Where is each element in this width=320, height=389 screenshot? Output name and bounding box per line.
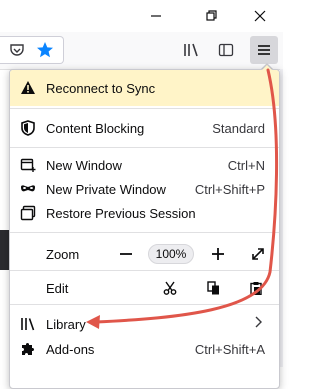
- pocket-icon: [10, 44, 24, 56]
- edit-label: Edit: [46, 281, 69, 296]
- content-blocking-item[interactable]: Content Blocking Standard: [10, 116, 279, 140]
- open-menu-button[interactable]: [250, 36, 278, 64]
- close-window-button[interactable]: [237, 0, 283, 32]
- zoom-label: Zoom: [46, 247, 80, 262]
- new-private-window-item[interactable]: New Private Window Ctrl+Shift+P: [10, 177, 279, 201]
- pocket-button[interactable]: [5, 38, 29, 62]
- paste-button[interactable]: [244, 276, 268, 300]
- addons-label: Add-ons: [46, 342, 95, 357]
- content-blocking-value: Standard: [212, 121, 265, 136]
- addons-shortcut: Ctrl+Shift+A: [194, 342, 265, 357]
- paste-icon: [250, 282, 262, 295]
- addons-item[interactable]: Add-ons Ctrl+Shift+A: [10, 337, 279, 361]
- zoom-in-button[interactable]: [206, 242, 230, 266]
- minimize-icon: [151, 15, 161, 17]
- star-filled-icon: [37, 42, 53, 58]
- library-item[interactable]: Library: [10, 312, 279, 336]
- fullscreen-button[interactable]: [246, 242, 270, 266]
- restore-button[interactable]: [189, 0, 235, 32]
- restore-session-icon: [20, 205, 36, 221]
- reconnect-sync-label: Reconnect to Sync: [46, 81, 156, 96]
- restore-session-label: Restore Previous Session: [46, 206, 196, 221]
- zoom-reset-button[interactable]: 100%: [148, 244, 194, 264]
- copy-button[interactable]: [202, 276, 226, 300]
- library-icon: [184, 43, 198, 57]
- content-blocking-label: Content Blocking: [46, 121, 145, 136]
- title-bar: [0, 0, 283, 32]
- new-window-icon: [20, 157, 36, 173]
- page-content-strip: [0, 230, 9, 270]
- cut-button[interactable]: [158, 276, 182, 300]
- library-toolbar-button[interactable]: [180, 38, 204, 62]
- divider: [10, 304, 279, 305]
- minimize-button[interactable]: [133, 0, 179, 32]
- new-window-label: New Window: [46, 158, 122, 173]
- divider: [10, 147, 279, 148]
- sidebar-toggle-button[interactable]: [214, 38, 238, 62]
- divider: [10, 270, 279, 271]
- divider: [10, 108, 279, 109]
- bookmark-star-button[interactable]: [33, 38, 57, 62]
- new-window-shortcut: Ctrl+N: [227, 158, 265, 173]
- fullscreen-icon: [252, 248, 264, 260]
- warning-icon: [20, 80, 36, 96]
- chevron-right-icon: [255, 315, 263, 332]
- library-label: Library: [46, 317, 86, 332]
- plus-icon: [212, 248, 224, 260]
- new-private-window-shortcut: Ctrl+Shift+P: [194, 182, 265, 197]
- minus-icon: [120, 253, 132, 255]
- shield-icon: [20, 120, 36, 136]
- library-icon: [20, 316, 36, 332]
- page-scroll-area: [280, 69, 283, 367]
- restore-session-item[interactable]: Restore Previous Session: [10, 201, 279, 225]
- divider: [10, 232, 279, 233]
- puzzle-icon: [20, 341, 36, 357]
- copy-icon: [207, 281, 219, 295]
- close-icon: [254, 10, 266, 22]
- new-private-window-label: New Private Window: [46, 182, 166, 197]
- restore-icon: [206, 10, 217, 21]
- scissors-icon: [163, 281, 177, 295]
- hamburger-icon: [258, 45, 270, 55]
- private-mask-icon: [20, 181, 36, 197]
- edit-row: Edit: [10, 274, 279, 302]
- sidebar-icon: [218, 43, 234, 57]
- reconnect-sync-item[interactable]: Reconnect to Sync: [10, 70, 279, 106]
- new-window-item[interactable]: New Window Ctrl+N: [10, 153, 279, 177]
- zoom-out-button[interactable]: [114, 242, 138, 266]
- zoom-row: Zoom 100%: [10, 238, 279, 270]
